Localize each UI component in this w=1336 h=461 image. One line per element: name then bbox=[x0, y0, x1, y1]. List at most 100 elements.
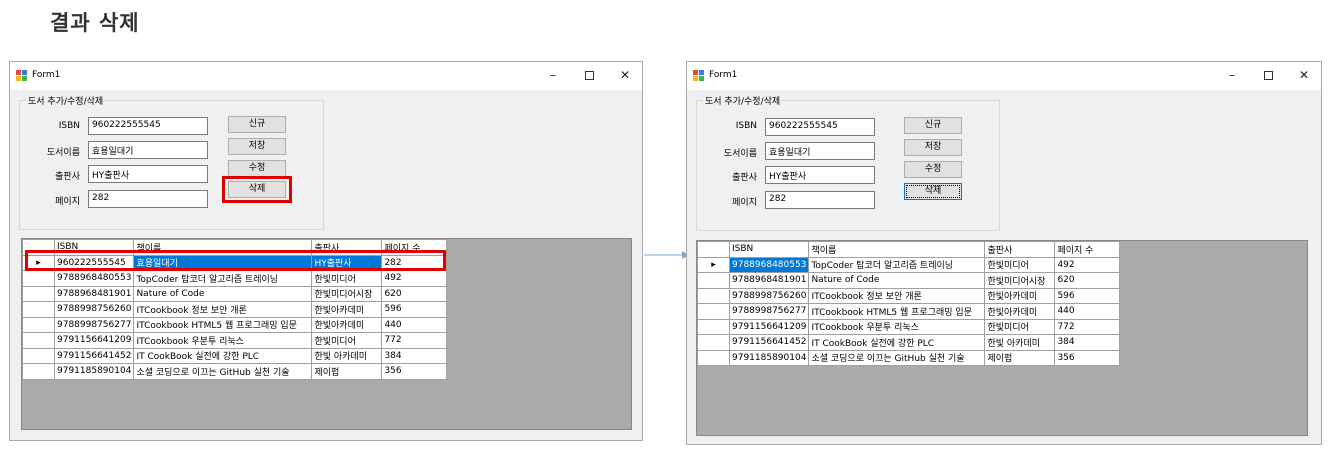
maximize-button[interactable] bbox=[1255, 66, 1281, 84]
row-header[interactable] bbox=[22, 270, 55, 287]
cell-publisher[interactable]: 한빛아카데미 bbox=[984, 287, 1056, 304]
cell-publisher[interactable]: 한빛미디어 bbox=[311, 332, 383, 349]
col-header-pages[interactable]: 페이지 수 bbox=[1054, 241, 1121, 258]
cell-pages[interactable]: 772 bbox=[1054, 318, 1121, 335]
table-row[interactable]: 9788968480553 TopCoder 탑코더 알고리즘 트레이닝 한빛미디어… bbox=[22, 270, 448, 287]
cell-publisher[interactable]: 제이펍 bbox=[311, 363, 383, 380]
table-row[interactable]: 9791156641209 ITCookbook 우분투 리눅스 한빛미디어 772 bbox=[697, 318, 1121, 335]
title-bar[interactable]: Form1 – ✕ bbox=[687, 62, 1321, 90]
col-header-isbn[interactable]: ISBN bbox=[728, 241, 810, 258]
row-header[interactable] bbox=[22, 363, 55, 380]
cell-title[interactable]: TopCoder 탑코더 알고리즘 트레이닝 bbox=[133, 270, 313, 287]
title-field[interactable]: 효용일대기 bbox=[88, 141, 208, 159]
table-row[interactable]: 9788998756277 ITCookbook HTML5 웹 프로그래밍 입문… bbox=[697, 303, 1121, 320]
table-row[interactable]: 9791185890104 소셜 코딩으로 이끄는 GitHub 실천 기술 제이펍… bbox=[22, 363, 448, 380]
cell-isbn[interactable]: 9791156641209 bbox=[728, 318, 810, 335]
cell-publisher[interactable]: 한빛아카데미 bbox=[984, 303, 1056, 320]
cell-publisher[interactable]: 제이펍 bbox=[984, 349, 1056, 366]
cell-publisher[interactable]: 한빛 아카데미 bbox=[984, 334, 1056, 351]
table-row[interactable]: 9791156641452 IT CookBook 실전에 강한 PLC 한빛 아카… bbox=[697, 334, 1121, 351]
new-button[interactable]: 신규 bbox=[904, 117, 962, 134]
cell-pages[interactable]: 596 bbox=[381, 301, 448, 318]
cell-pages[interactable]: 384 bbox=[381, 347, 448, 364]
col-header-publisher[interactable]: 출판사 bbox=[984, 241, 1056, 258]
cell-isbn[interactable]: 9788998756260 bbox=[728, 287, 810, 304]
row-header[interactable] bbox=[697, 272, 730, 289]
cell-isbn[interactable]: 9788998756260 bbox=[53, 301, 135, 318]
save-button[interactable]: 저장 bbox=[228, 138, 286, 155]
row-header[interactable] bbox=[22, 316, 55, 333]
cell-pages[interactable]: 620 bbox=[381, 285, 448, 302]
table-row[interactable]: 9791185890104 소셜 코딩으로 이끄는 GitHub 실천 기술 제이펍… bbox=[697, 349, 1121, 366]
table-row[interactable]: ▸ 9788968480553 TopCoder 탑코더 알고리즘 트레이닝 한빛미디… bbox=[697, 256, 1121, 273]
cell-title[interactable]: ITCookbook 정보 보안 개론 bbox=[133, 301, 313, 318]
maximize-button[interactable] bbox=[576, 66, 602, 84]
publisher-field[interactable]: HY출판사 bbox=[765, 166, 875, 184]
row-header[interactable] bbox=[697, 287, 730, 304]
cell-title[interactable]: ITCookbook HTML5 웹 프로그래밍 입문 bbox=[808, 303, 986, 320]
row-header[interactable]: ▸ bbox=[697, 256, 730, 273]
cell-pages[interactable]: 596 bbox=[1054, 287, 1121, 304]
cell-publisher[interactable]: 한빛미디어 bbox=[984, 256, 1056, 273]
close-button[interactable]: ✕ bbox=[1291, 66, 1317, 84]
cell-isbn[interactable]: 9788998756277 bbox=[728, 303, 810, 320]
cell-isbn[interactable]: 9788968481901 bbox=[53, 285, 135, 302]
table-row[interactable]: 9788998756260 ITCookbook 정보 보안 개론 한빛아카데미 59… bbox=[697, 287, 1121, 304]
row-header[interactable] bbox=[697, 334, 730, 351]
cell-isbn[interactable]: 9788968480553 bbox=[53, 270, 135, 287]
cell-publisher[interactable]: 한빛미디어시장 bbox=[311, 285, 383, 302]
close-button[interactable]: ✕ bbox=[612, 66, 638, 84]
edit-button[interactable]: 수정 bbox=[904, 161, 962, 178]
cell-isbn[interactable]: 9788998756277 bbox=[53, 316, 135, 333]
table-row[interactable]: 9788998756277 ITCookbook HTML5 웹 프로그래밍 입문… bbox=[22, 316, 448, 333]
cell-pages[interactable]: 356 bbox=[381, 363, 448, 380]
cell-pages[interactable]: 620 bbox=[1054, 272, 1121, 289]
isbn-field[interactable]: 960222555545 bbox=[765, 118, 875, 136]
table-row[interactable]: 9788968481901 Nature of Code 한빛미디어시장 620 bbox=[22, 285, 448, 302]
cell-pages[interactable]: 492 bbox=[1054, 256, 1121, 273]
isbn-field[interactable]: 960222555545 bbox=[88, 117, 208, 135]
pages-field[interactable]: 282 bbox=[765, 191, 875, 209]
row-header[interactable] bbox=[697, 318, 730, 335]
title-bar[interactable]: Form1 – ✕ bbox=[10, 62, 642, 90]
books-datagrid[interactable]: ISBN 책이름 출판사 페이지 수 ▸ 9788968480553 TopCode… bbox=[696, 240, 1308, 436]
row-header[interactable] bbox=[22, 285, 55, 302]
cell-pages[interactable]: 384 bbox=[1054, 334, 1121, 351]
cell-title[interactable]: ITCookbook 정보 보안 개론 bbox=[808, 287, 986, 304]
cell-publisher[interactable]: 한빛미디어 bbox=[311, 270, 383, 287]
cell-publisher[interactable]: 한빛미디어시장 bbox=[984, 272, 1056, 289]
cell-title[interactable]: IT CookBook 실전에 강한 PLC bbox=[133, 347, 313, 364]
cell-isbn[interactable]: 9788968481901 bbox=[728, 272, 810, 289]
cell-publisher[interactable]: 한빛아카데미 bbox=[311, 301, 383, 318]
cell-title[interactable]: Nature of Code bbox=[133, 285, 313, 302]
cell-publisher[interactable]: 한빛아카데미 bbox=[311, 316, 383, 333]
cell-isbn[interactable]: 9788968480553 bbox=[728, 256, 810, 273]
table-row[interactable]: 9788968481901 Nature of Code 한빛미디어시장 620 bbox=[697, 272, 1121, 289]
cell-pages[interactable]: 440 bbox=[1054, 303, 1121, 320]
table-row[interactable]: 9791156641452 IT CookBook 실전에 강한 PLC 한빛 아카… bbox=[22, 347, 448, 364]
row-header[interactable] bbox=[697, 303, 730, 320]
cell-title[interactable]: Nature of Code bbox=[808, 272, 986, 289]
minimize-button[interactable]: – bbox=[1219, 66, 1245, 84]
row-header[interactable] bbox=[22, 347, 55, 364]
row-header[interactable] bbox=[22, 301, 55, 318]
cell-pages[interactable]: 356 bbox=[1054, 349, 1121, 366]
cell-publisher[interactable]: 한빛미디어 bbox=[984, 318, 1056, 335]
table-row[interactable]: 9788998756260 ITCookbook 정보 보안 개론 한빛아카데미 59… bbox=[22, 301, 448, 318]
cell-isbn[interactable]: 9791156641209 bbox=[53, 332, 135, 349]
row-header[interactable] bbox=[697, 349, 730, 366]
cell-isbn[interactable]: 9791156641452 bbox=[728, 334, 810, 351]
pages-field[interactable]: 282 bbox=[88, 190, 208, 208]
col-header-title[interactable]: 책이름 bbox=[808, 241, 986, 258]
cell-title[interactable]: IT CookBook 실전에 강한 PLC bbox=[808, 334, 986, 351]
cell-title[interactable]: TopCoder 탑코더 알고리즘 트레이닝 bbox=[808, 256, 986, 273]
cell-isbn[interactable]: 9791185890104 bbox=[53, 363, 135, 380]
cell-title[interactable]: ITCookbook HTML5 웹 프로그래밍 입문 bbox=[133, 316, 313, 333]
delete-button[interactable]: 삭제 bbox=[904, 183, 962, 200]
cell-title[interactable]: 소셜 코딩으로 이끄는 GitHub 실천 기술 bbox=[133, 363, 313, 380]
cell-pages[interactable]: 492 bbox=[381, 270, 448, 287]
table-row[interactable]: 9791156641209 ITCookbook 우분투 리눅스 한빛미디어 772 bbox=[22, 332, 448, 349]
new-button[interactable]: 신규 bbox=[228, 116, 286, 133]
edit-button[interactable]: 수정 bbox=[228, 160, 286, 177]
row-header[interactable] bbox=[22, 332, 55, 349]
